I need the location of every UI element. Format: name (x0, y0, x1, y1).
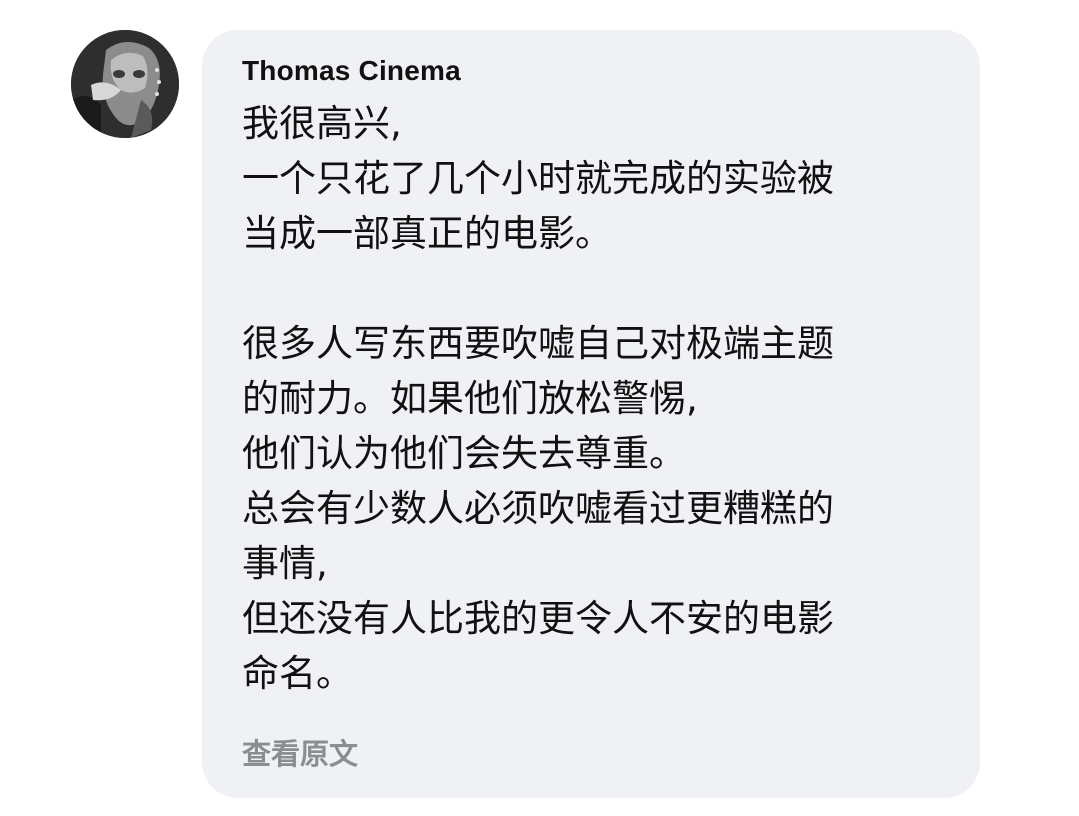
comment-line: 当成一部真正的电影。 (242, 212, 612, 255)
comment-line: 命名。 (242, 652, 353, 695)
author-name[interactable]: Thomas Cinema (242, 54, 950, 88)
comment-line: 他们认为他们会失去尊重。 (242, 432, 686, 475)
comment-bubble: Thomas Cinema 我很高兴, 一个只花了几个小时就完成的实验被 当成一… (202, 30, 980, 798)
see-original-link[interactable]: 查看原文 (242, 736, 358, 772)
comment-line: 但还没有人比我的更令人不安的电影 (242, 597, 834, 640)
avatar-photo-icon (71, 30, 179, 138)
comment-line (242, 261, 950, 316)
comment-line: 一个只花了几个小时就完成的实验被 (242, 157, 834, 200)
comment-line: 总会有少数人必须吹嘘看过更糟糕的 (242, 487, 834, 530)
comment-line: 的耐力。如果他们放松警惕, (242, 377, 698, 420)
comment-line: 事情, (242, 542, 328, 585)
comment-line: 我很高兴, (242, 102, 402, 145)
comment-body: 我很高兴, 一个只花了几个小时就完成的实验被 当成一部真正的电影。 很多人写东西… (242, 96, 950, 701)
comment-line: 很多人写东西要吹嘘自己对极端主题 (242, 322, 834, 365)
avatar[interactable] (71, 30, 179, 138)
